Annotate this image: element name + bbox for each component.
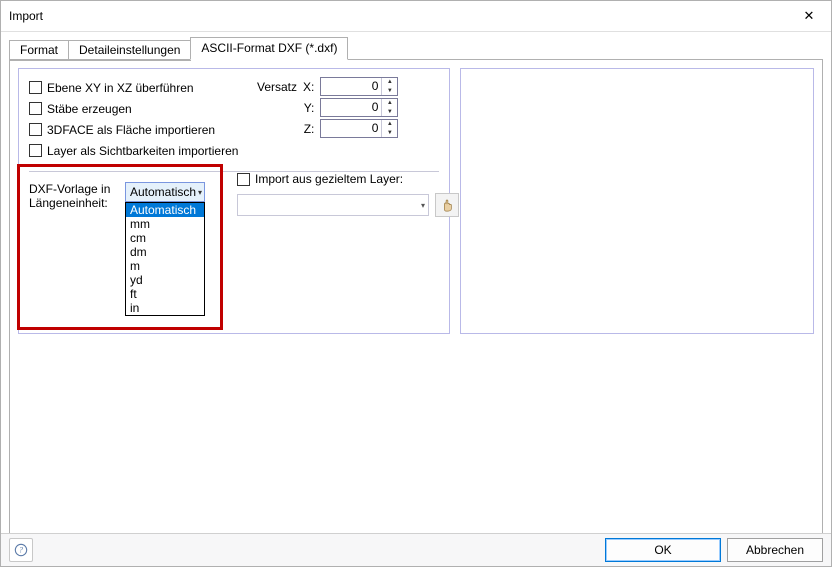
offset-y-value: 0	[321, 99, 381, 116]
checkbox-3dface-label: 3DFACE als Fläche importieren	[47, 123, 215, 137]
ok-button[interactable]: OK	[605, 538, 721, 562]
offset-y-spinner[interactable]: 0 ▲▼	[320, 98, 398, 117]
checkbox-layer-visibility[interactable]	[29, 144, 42, 157]
help-icon: ?	[14, 543, 28, 557]
offset-z-value: 0	[321, 120, 381, 137]
checkbox-xy-xz[interactable]	[29, 81, 42, 94]
checkbox-targeted-layer-label: Import aus gezieltem Layer:	[255, 172, 403, 186]
checkbox-staebe[interactable]	[29, 102, 42, 115]
close-button[interactable]: ✕	[787, 2, 831, 31]
unit-option[interactable]: dm	[126, 245, 204, 259]
spin-down-icon[interactable]: ▼	[382, 87, 397, 96]
tab-format[interactable]: Format	[9, 40, 69, 61]
pick-layer-button[interactable]	[435, 193, 459, 217]
chevron-down-icon: ▾	[421, 201, 425, 210]
unit-option[interactable]: yd	[126, 273, 204, 287]
unit-dropdown[interactable]: Automatischmmcmdmmydftin	[125, 202, 205, 316]
help-button[interactable]: ?	[9, 538, 33, 562]
chevron-down-icon: ▾	[198, 188, 202, 197]
checkbox-3dface[interactable]	[29, 123, 42, 136]
layer-combobox[interactable]: ▾	[237, 194, 429, 216]
left-panel: Ebene XY in XZ überführen Stäbe erzeugen…	[18, 68, 450, 334]
checkbox-xy-xz-label: Ebene XY in XZ überführen	[47, 81, 194, 95]
unit-option[interactable]: m	[126, 259, 204, 273]
spin-down-icon[interactable]: ▼	[382, 108, 397, 117]
spin-up-icon[interactable]: ▲	[382, 120, 397, 129]
unit-option[interactable]: in	[126, 301, 204, 315]
offset-x-label: X:	[303, 80, 314, 94]
cancel-button[interactable]: Abbrechen	[727, 538, 823, 562]
spin-up-icon[interactable]: ▲	[382, 99, 397, 108]
offset-y-label: Y:	[303, 101, 314, 115]
unit-combobox-value: Automatisch	[130, 185, 196, 199]
unit-option[interactable]: mm	[126, 217, 204, 231]
unit-option[interactable]: ft	[126, 287, 204, 301]
spin-down-icon[interactable]: ▼	[382, 129, 397, 138]
svg-text:?: ?	[19, 546, 23, 555]
offset-z-spinner[interactable]: 0 ▲▼	[320, 119, 398, 138]
tab-dxf[interactable]: ASCII-Format DXF (*.dxf)	[190, 37, 348, 60]
unit-combobox[interactable]: Automatisch ▾	[125, 182, 205, 202]
right-panel	[460, 68, 814, 334]
unit-option[interactable]: Automatisch	[126, 203, 204, 217]
hand-pick-icon	[440, 198, 454, 212]
window-title: Import	[9, 9, 43, 23]
checkbox-staebe-label: Stäbe erzeugen	[47, 102, 132, 116]
tab-detail[interactable]: Detaileinstellungen	[68, 40, 191, 61]
spin-up-icon[interactable]: ▲	[382, 78, 397, 87]
offset-label: Versatz	[257, 80, 297, 94]
offset-z-label: Z:	[303, 122, 314, 136]
offset-x-spinner[interactable]: 0 ▲▼	[320, 77, 398, 96]
unit-option[interactable]: cm	[126, 231, 204, 245]
checkbox-layer-visibility-label: Layer als Sichtbarkeiten importieren	[47, 144, 238, 158]
offset-x-value: 0	[321, 78, 381, 95]
checkbox-targeted-layer[interactable]	[237, 173, 250, 186]
